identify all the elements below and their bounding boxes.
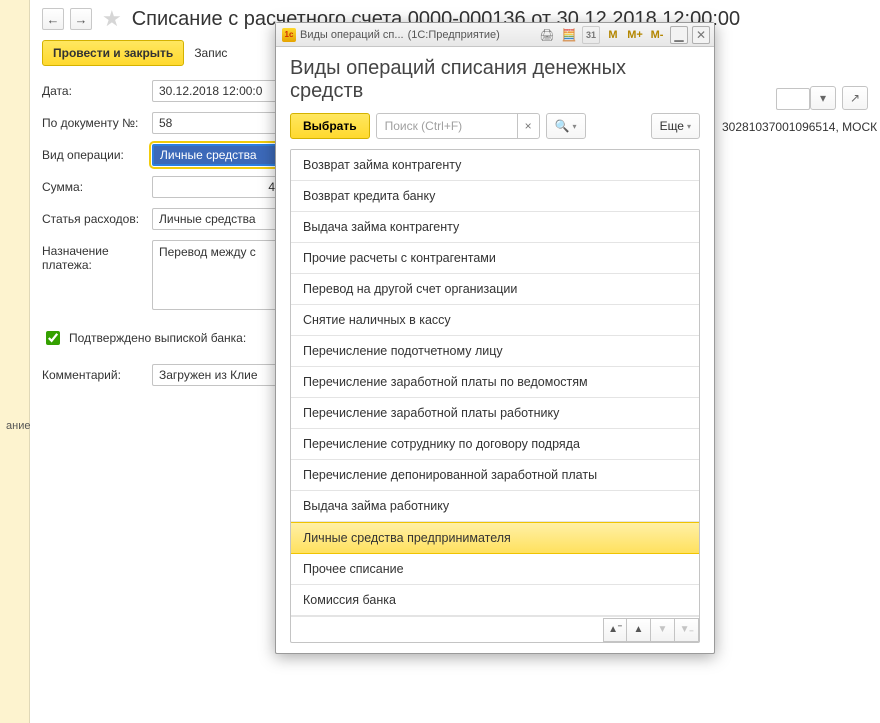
scroll-first-button[interactable]: ▲▔ bbox=[603, 618, 627, 642]
search-clear-icon[interactable]: × bbox=[517, 114, 539, 138]
operation-list-item[interactable]: Снятие наличных в кассу bbox=[291, 305, 699, 336]
print-icon[interactable]: 🖨 bbox=[538, 26, 556, 44]
operation-list-item[interactable]: Перевод на другой счет организации bbox=[291, 274, 699, 305]
scroll-last-button[interactable]: ▼▁ bbox=[675, 618, 699, 642]
small-blank-field[interactable] bbox=[776, 88, 810, 110]
dialog-header: Виды операций списания денежных средств bbox=[290, 57, 700, 103]
operation-list-item[interactable]: Возврат кредита банку bbox=[291, 181, 699, 212]
operation-list-item[interactable]: Выдача займа контрагенту bbox=[291, 212, 699, 243]
dialog-title: Виды операций сп... bbox=[300, 29, 404, 41]
app-logo-icon: 1c bbox=[282, 28, 296, 42]
close-icon[interactable]: ✕ bbox=[692, 26, 710, 44]
more-label: Еще bbox=[660, 119, 684, 133]
expense-label: Статья расходов: bbox=[42, 208, 152, 226]
list-nav-footer: ▲▔ ▲ ▼ ▼▁ bbox=[291, 616, 699, 642]
sum-field[interactable] bbox=[152, 176, 282, 198]
operation-list-item[interactable]: Перечисление депонированной заработной п… bbox=[291, 460, 699, 491]
filter-button[interactable]: 🔍 ▾ bbox=[546, 113, 586, 139]
nav-prev-button[interactable]: ← bbox=[42, 8, 64, 30]
operation-type-label: Вид операции: bbox=[42, 144, 152, 162]
operation-list-item[interactable]: Выдача займа работнику bbox=[291, 491, 699, 522]
operation-type-field[interactable] bbox=[152, 144, 282, 166]
operation-list-item[interactable]: Перечисление заработной платы работнику bbox=[291, 398, 699, 429]
mem-mplus-icon[interactable]: M+ bbox=[626, 26, 644, 44]
operation-list-item[interactable]: Прочие расчеты с контрагентами bbox=[291, 243, 699, 274]
scroll-down-button[interactable]: ▼ bbox=[651, 618, 675, 642]
mem-mminus-icon[interactable]: M- bbox=[648, 26, 666, 44]
search-icon: 🔍 bbox=[555, 119, 570, 133]
operation-list-items: Возврат займа контрагентуВозврат кредита… bbox=[291, 150, 699, 616]
confirmed-checkbox[interactable] bbox=[46, 331, 60, 345]
nav-next-button[interactable]: → bbox=[70, 8, 92, 30]
operation-types-dialog: 1c Виды операций сп... (1С:Предприятие) … bbox=[275, 22, 715, 654]
operation-list-item[interactable]: Перечисление заработной платы по ведомос… bbox=[291, 367, 699, 398]
expense-field[interactable] bbox=[152, 208, 282, 230]
operation-list-item[interactable]: Комиссия банка bbox=[291, 585, 699, 616]
sum-label: Сумма: bbox=[42, 176, 152, 194]
left-tab-text: ание bbox=[6, 420, 30, 432]
operation-list-item[interactable]: Перечисление сотруднику по договору подр… bbox=[291, 429, 699, 460]
confirmed-label: Подтверждено выпиской банка: bbox=[69, 331, 246, 345]
mem-m-icon[interactable]: M bbox=[604, 26, 622, 44]
more-button[interactable]: Еще ▾ bbox=[651, 113, 700, 139]
comment-field[interactable] bbox=[152, 364, 282, 386]
search-box: × bbox=[376, 113, 540, 139]
select-button[interactable]: Выбрать bbox=[290, 113, 370, 139]
calculator-icon[interactable]: 🧮 bbox=[560, 26, 578, 44]
dialog-mode: (1С:Предприятие) bbox=[408, 29, 500, 41]
chevron-down-icon: ▾ bbox=[573, 122, 577, 131]
scroll-up-button[interactable]: ▲ bbox=[627, 618, 651, 642]
search-input[interactable] bbox=[377, 119, 517, 133]
minimize-icon[interactable]: ▁ bbox=[670, 26, 688, 44]
favorite-star-icon[interactable]: ★ bbox=[102, 6, 122, 32]
open-external-button[interactable]: ↗ bbox=[842, 86, 868, 110]
right-buttons-group: ▾ ↗ bbox=[810, 86, 868, 110]
operation-list-item[interactable]: Перечисление подотчетному лицу bbox=[291, 336, 699, 367]
operation-list: Возврат займа контрагентуВозврат кредита… bbox=[290, 149, 700, 643]
submit-close-button[interactable]: Провести и закрыть bbox=[42, 40, 184, 66]
left-tab-bar: ание bbox=[0, 0, 30, 723]
date-label: Дата: bbox=[42, 80, 152, 98]
date-field[interactable] bbox=[152, 80, 282, 102]
operation-list-item[interactable]: Прочее списание bbox=[291, 554, 699, 585]
calendar-icon[interactable]: 31 bbox=[582, 26, 600, 44]
doc-num-label: По документу №: bbox=[42, 112, 152, 130]
doc-num-field[interactable] bbox=[152, 112, 282, 134]
dialog-titlebar[interactable]: 1c Виды операций сп... (1С:Предприятие) … bbox=[276, 23, 714, 47]
account-snippet: 30281037001096514, МОСК bbox=[722, 120, 877, 134]
chevron-down-icon: ▾ bbox=[687, 122, 691, 131]
small-dropdown-button[interactable]: ▾ bbox=[810, 86, 836, 110]
operation-list-item[interactable]: Возврат займа контрагенту bbox=[291, 150, 699, 181]
dialog-toolbar: Выбрать × 🔍 ▾ Еще ▾ bbox=[290, 113, 700, 139]
write-text[interactable]: Запис bbox=[194, 46, 227, 60]
comment-label: Комментарий: bbox=[42, 368, 142, 382]
purpose-label: Назначение платежа: bbox=[42, 240, 152, 272]
operation-list-item[interactable]: Личные средства предпринимателя bbox=[291, 522, 699, 554]
